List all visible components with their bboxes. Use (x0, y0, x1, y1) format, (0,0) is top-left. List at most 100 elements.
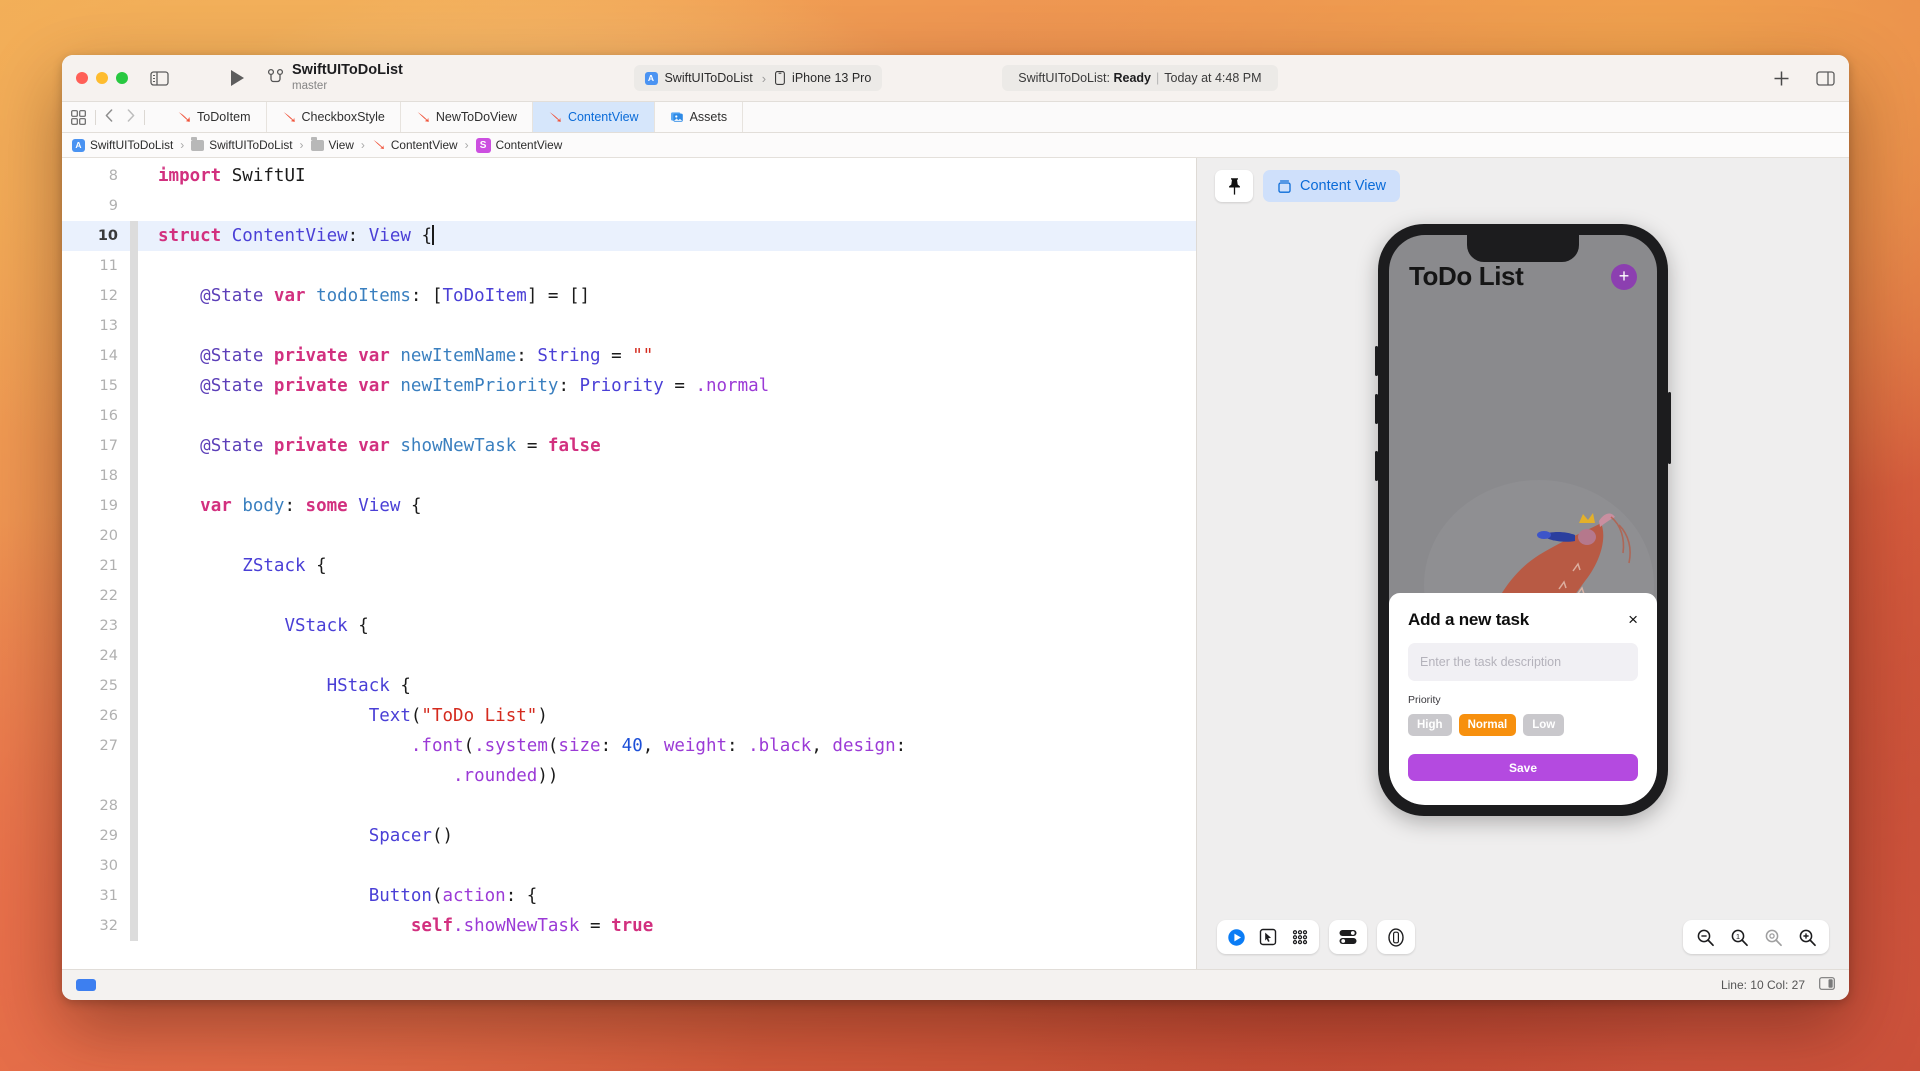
code-fold-ribbon[interactable] (130, 311, 138, 341)
tab-checkboxstyle[interactable]: CheckboxStyle (267, 102, 401, 132)
code-text[interactable]: Button(action: { (138, 881, 537, 911)
code-lines[interactable]: 8import SwiftUI910struct ContentView: Vi… (62, 161, 1196, 941)
priority-high-button[interactable]: High (1408, 714, 1452, 736)
tab-newtodoview[interactable]: NewToDoView (401, 102, 533, 132)
priority-low-button[interactable]: Low (1523, 714, 1564, 736)
back-icon[interactable] (105, 109, 113, 125)
code-text[interactable]: self.showNewTask = true (138, 911, 653, 941)
minimize-button[interactable] (96, 72, 108, 84)
priority-normal-button[interactable]: Normal (1459, 714, 1517, 736)
code-line[interactable]: 11 (62, 251, 1196, 281)
code-fold-ribbon[interactable] (130, 551, 138, 581)
variants-button[interactable] (1285, 922, 1315, 952)
add-editor-button[interactable] (1773, 70, 1790, 87)
code-line[interactable]: .rounded)) (62, 761, 1196, 791)
code-fold-ribbon[interactable] (130, 431, 138, 461)
code-fold-ribbon[interactable] (130, 521, 138, 551)
code-fold-ribbon[interactable] (130, 731, 138, 761)
code-fold-ribbon[interactable] (130, 851, 138, 881)
code-line[interactable]: 10struct ContentView: View { (62, 221, 1196, 251)
code-text[interactable]: HStack { (138, 671, 411, 701)
code-line[interactable]: 31 Button(action: { (62, 881, 1196, 911)
tab-todoitem[interactable]: ToDoItem (162, 102, 267, 132)
sidebar-toggle-icon[interactable] (150, 71, 169, 86)
code-line[interactable]: 16 (62, 401, 1196, 431)
source-editor[interactable]: 7 8import SwiftUI910struct ContentView: … (62, 158, 1197, 969)
jumpbar-item-symbol[interactable]: S ContentView (476, 138, 563, 153)
tab-assets[interactable]: Assets (655, 102, 744, 132)
device-screen[interactable]: ToDo List + (1389, 235, 1657, 805)
grid-view-icon[interactable] (70, 109, 86, 125)
code-fold-ribbon[interactable] (130, 671, 138, 701)
code-line[interactable]: 24 (62, 641, 1196, 671)
code-text[interactable]: struct ContentView: View { (138, 221, 434, 251)
code-line[interactable]: 30 (62, 851, 1196, 881)
inspector-toggle-icon[interactable] (1816, 71, 1835, 86)
close-icon[interactable]: × (1628, 611, 1638, 628)
code-line[interactable]: 8import SwiftUI (62, 161, 1196, 191)
code-line[interactable]: 14 @State private var newItemName: Strin… (62, 341, 1196, 371)
code-text[interactable]: Text("ToDo List") (138, 701, 548, 731)
code-fold-ribbon[interactable] (130, 911, 138, 941)
code-line[interactable]: 28 (62, 791, 1196, 821)
zoom-to-fit-button[interactable] (1758, 922, 1788, 952)
maximize-button[interactable] (116, 72, 128, 84)
code-line[interactable]: 17 @State private var showNewTask = fals… (62, 431, 1196, 461)
code-text[interactable]: @State private var newItemPriority: Prio… (138, 371, 769, 401)
zoom-100-button[interactable]: 1 (1724, 922, 1754, 952)
device-bezel-button[interactable] (1381, 922, 1411, 952)
code-line[interactable]: 21 ZStack { (62, 551, 1196, 581)
activity-status[interactable]: SwiftUIToDoList: Ready|Today at 4:48 PM (1002, 65, 1277, 91)
code-line[interactable]: 9 (62, 191, 1196, 221)
device-settings-button[interactable] (1333, 922, 1363, 952)
preview-variant-chip[interactable]: Content View (1263, 170, 1400, 202)
code-fold-ribbon[interactable] (130, 341, 138, 371)
code-fold-ribbon[interactable] (130, 881, 138, 911)
code-fold-ribbon[interactable] (130, 281, 138, 311)
forward-icon[interactable] (127, 109, 135, 125)
code-text[interactable]: var body: some View { (138, 491, 422, 521)
code-fold-ribbon[interactable] (130, 581, 138, 611)
code-fold-ribbon[interactable] (130, 401, 138, 431)
code-line[interactable]: 20 (62, 521, 1196, 551)
code-fold-ribbon[interactable] (130, 641, 138, 671)
editor-mode-indicator[interactable] (76, 979, 96, 991)
code-line[interactable]: 12 @State var todoItems: [ToDoItem] = [] (62, 281, 1196, 311)
code-text[interactable]: import SwiftUI (138, 161, 306, 191)
code-text[interactable]: .rounded)) (138, 761, 558, 791)
code-line[interactable]: 32 self.showNewTask = true (62, 911, 1196, 941)
code-fold-ribbon[interactable] (130, 791, 138, 821)
add-task-button[interactable]: + (1611, 264, 1637, 290)
tab-contentview[interactable]: ContentView (533, 102, 655, 132)
zoom-in-button[interactable] (1792, 922, 1822, 952)
live-preview-button[interactable] (1221, 922, 1251, 952)
pin-preview-button[interactable] (1215, 170, 1253, 202)
code-fold-ribbon[interactable] (130, 251, 138, 281)
code-line[interactable]: 29 Spacer() (62, 821, 1196, 851)
code-text[interactable]: @State private var newItemName: String =… (138, 341, 653, 371)
code-line[interactable]: 15 @State private var newItemPriority: P… (62, 371, 1196, 401)
close-button[interactable] (76, 72, 88, 84)
jumpbar-item-group[interactable]: SwiftUIToDoList (191, 138, 292, 152)
code-line[interactable]: 25 HStack { (62, 671, 1196, 701)
code-text[interactable]: .font(.system(size: 40, weight: .black, … (138, 731, 906, 761)
code-text[interactable]: Spacer() (138, 821, 453, 851)
code-line[interactable]: 23 VStack { (62, 611, 1196, 641)
code-fold-ribbon[interactable] (130, 461, 138, 491)
code-fold-ribbon[interactable] (130, 701, 138, 731)
jumpbar-item-view[interactable]: View (311, 138, 354, 152)
code-fold-ribbon[interactable] (130, 761, 138, 791)
task-description-input[interactable]: Enter the task description (1408, 643, 1638, 681)
run-button[interactable] (229, 69, 245, 87)
code-line[interactable]: 19 var body: some View { (62, 491, 1196, 521)
save-button[interactable]: Save (1408, 754, 1638, 781)
code-text[interactable]: ZStack { (138, 551, 327, 581)
destination-chooser[interactable]: A SwiftUIToDoList › iPhone 13 Pro (633, 65, 882, 91)
code-fold-ribbon[interactable] (130, 161, 138, 191)
code-fold-ribbon[interactable] (130, 191, 138, 221)
code-text[interactable]: @State var todoItems: [ToDoItem] = [] (138, 281, 590, 311)
code-fold-ribbon[interactable] (130, 821, 138, 851)
scheme-selector[interactable]: SwiftUIToDoList master (267, 63, 403, 94)
code-line[interactable]: 26 Text("ToDo List") (62, 701, 1196, 731)
jumpbar-item-project[interactable]: A SwiftUIToDoList (72, 138, 173, 152)
